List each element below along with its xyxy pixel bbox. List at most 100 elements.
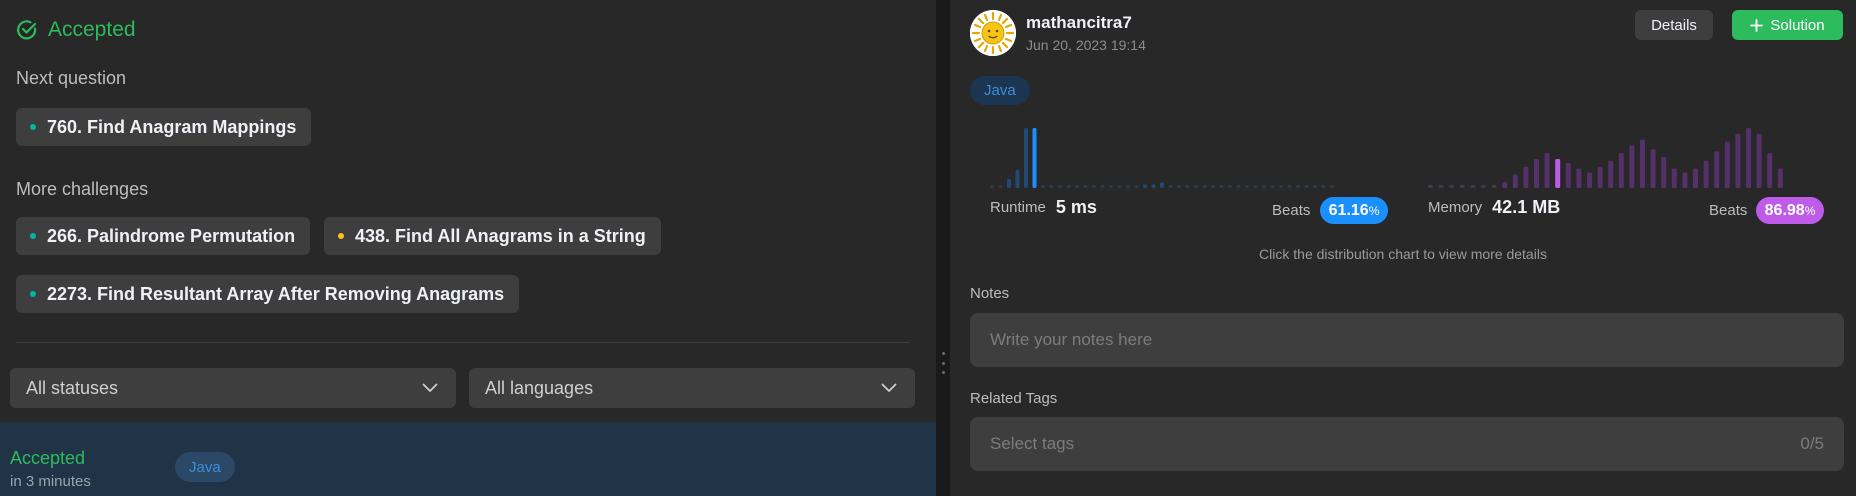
distribution-bar[interactable] (1007, 178, 1011, 188)
distribution-bar[interactable] (1512, 174, 1518, 188)
avatar[interactable] (970, 10, 1016, 56)
runtime-beats-value: 61.16 (1328, 201, 1369, 219)
distribution-bar[interactable] (1428, 185, 1433, 188)
distribution-bar[interactable] (1534, 158, 1539, 188)
distribution-bar[interactable] (1228, 185, 1232, 188)
challenge-chip[interactable]: 2273. Find Resultant Array After Removin… (16, 275, 520, 313)
submission-row[interactable]: Accepted in 3 minutes Java (0, 422, 936, 496)
distribution-bar[interactable] (1618, 153, 1624, 188)
distribution-bar[interactable] (1746, 128, 1751, 188)
distribution-bar[interactable] (1194, 185, 1198, 188)
distribution-bar[interactable] (1202, 185, 1207, 188)
distribution-bar[interactable] (1092, 185, 1096, 188)
panel-resize-handle[interactable] (936, 0, 950, 496)
distribution-bar[interactable] (1236, 185, 1241, 188)
distribution-bar[interactable] (1459, 185, 1465, 188)
accepted-label: Accepted (48, 18, 136, 41)
difficulty-dot (30, 233, 36, 239)
distribution-bar[interactable] (1296, 185, 1300, 188)
memory-beats-value: 86.98 (1764, 201, 1805, 219)
distribution-bar[interactable] (1177, 185, 1181, 188)
username[interactable]: mathancitra7 (1026, 13, 1132, 33)
distribution-bar[interactable] (1693, 168, 1698, 188)
distribution-bar[interactable] (1083, 185, 1088, 188)
solution-button[interactable]: Solution (1732, 10, 1843, 40)
distribution-bar[interactable] (1470, 185, 1476, 188)
distribution-bar[interactable] (1629, 145, 1635, 188)
difficulty-dot (338, 233, 344, 239)
distribution-bar[interactable] (1671, 168, 1677, 188)
memory-metric: Memory 42.1 MB (1428, 197, 1560, 218)
distribution-bar[interactable] (1245, 185, 1249, 188)
distribution-bar[interactable] (1735, 133, 1741, 188)
notes-input[interactable]: Write your notes here (970, 313, 1844, 367)
details-button[interactable]: Details (1635, 10, 1713, 40)
distribution-bar[interactable] (1100, 185, 1105, 188)
distribution-bar[interactable] (1587, 172, 1592, 188)
distribution-bar[interactable] (1523, 166, 1529, 188)
distribution-bar[interactable] (1682, 172, 1688, 188)
distribution-bar[interactable] (1015, 169, 1020, 188)
runtime-distribution-chart[interactable] (990, 116, 1340, 191)
distribution-bar[interactable] (998, 185, 1003, 188)
next-question-chip[interactable]: 760. Find Anagram Mappings (16, 108, 312, 146)
distribution-bar[interactable] (1502, 182, 1508, 188)
memory-distribution-chart[interactable] (1428, 116, 1784, 191)
distribution-bar[interactable] (1185, 185, 1190, 188)
distribution-bar[interactable] (1449, 185, 1455, 188)
distribution-bar[interactable] (1041, 185, 1045, 188)
distribution-bar[interactable] (1160, 182, 1164, 188)
challenge-chip[interactable]: 266. Palindrome Permutation (16, 217, 311, 255)
distribution-bar[interactable] (1304, 185, 1309, 188)
distribution-bar[interactable] (1544, 153, 1550, 188)
submission-language-badge: Java (175, 452, 235, 482)
distribution-bar[interactable] (1211, 185, 1215, 188)
distribution-bar[interactable] (1767, 153, 1773, 188)
distribution-bar[interactable] (1253, 185, 1258, 188)
submission-status: Accepted (10, 448, 86, 468)
distribution-bar[interactable] (1703, 160, 1709, 188)
distribution-bar[interactable] (1777, 168, 1783, 188)
distribution-bar[interactable] (1756, 133, 1762, 188)
tags-count: 0/5 (1800, 434, 1824, 453)
distribution-bar[interactable] (1608, 160, 1614, 188)
distribution-bar[interactable] (1481, 185, 1486, 188)
language-filter-select[interactable]: All languages (469, 368, 915, 408)
distribution-bar[interactable] (1576, 168, 1582, 188)
distribution-bar[interactable] (1143, 184, 1147, 188)
distribution-bar[interactable] (1049, 185, 1054, 188)
challenge-chip[interactable]: 438. Find All Anagrams in a String (324, 217, 661, 255)
distribution-bar[interactable] (1270, 185, 1275, 188)
distribution-bar[interactable] (1066, 185, 1071, 188)
distribution-bar[interactable] (1640, 139, 1645, 188)
distribution-bar[interactable] (1058, 185, 1062, 188)
distribution-bar[interactable] (1117, 185, 1122, 188)
distribution-bar[interactable] (1109, 185, 1113, 188)
distribution-bar[interactable] (1321, 185, 1326, 188)
distribution-bar[interactable] (1168, 185, 1173, 188)
distribution-bar-highlighted[interactable] (1555, 158, 1561, 188)
status-filter-select[interactable]: All statuses (10, 368, 456, 408)
distribution-bar[interactable] (1650, 149, 1656, 188)
distribution-bar[interactable] (1134, 185, 1139, 188)
distribution-bar[interactable] (1075, 185, 1079, 188)
distribution-bar[interactable] (1219, 185, 1224, 188)
distribution-bar[interactable] (1491, 185, 1497, 188)
distribution-bar[interactable] (1287, 185, 1292, 188)
distribution-bar[interactable] (1714, 151, 1720, 188)
distribution-bar-highlighted[interactable] (1032, 128, 1037, 188)
distribution-bar[interactable] (1279, 185, 1283, 188)
distribution-bar[interactable] (1565, 162, 1571, 188)
distribution-bar[interactable] (1438, 185, 1444, 188)
distribution-bar[interactable] (1262, 185, 1266, 188)
tags-select[interactable]: Select tags 0/5 (970, 417, 1844, 471)
distribution-bar[interactable] (1597, 166, 1603, 188)
distribution-bar[interactable] (1151, 184, 1156, 188)
distribution-bar[interactable] (1024, 128, 1028, 188)
distribution-bar[interactable] (1330, 185, 1334, 188)
distribution-bar[interactable] (1724, 141, 1730, 188)
distribution-bar[interactable] (1661, 157, 1667, 188)
distribution-bar[interactable] (1313, 185, 1317, 188)
distribution-bar[interactable] (990, 185, 994, 188)
distribution-bar[interactable] (1126, 185, 1130, 188)
